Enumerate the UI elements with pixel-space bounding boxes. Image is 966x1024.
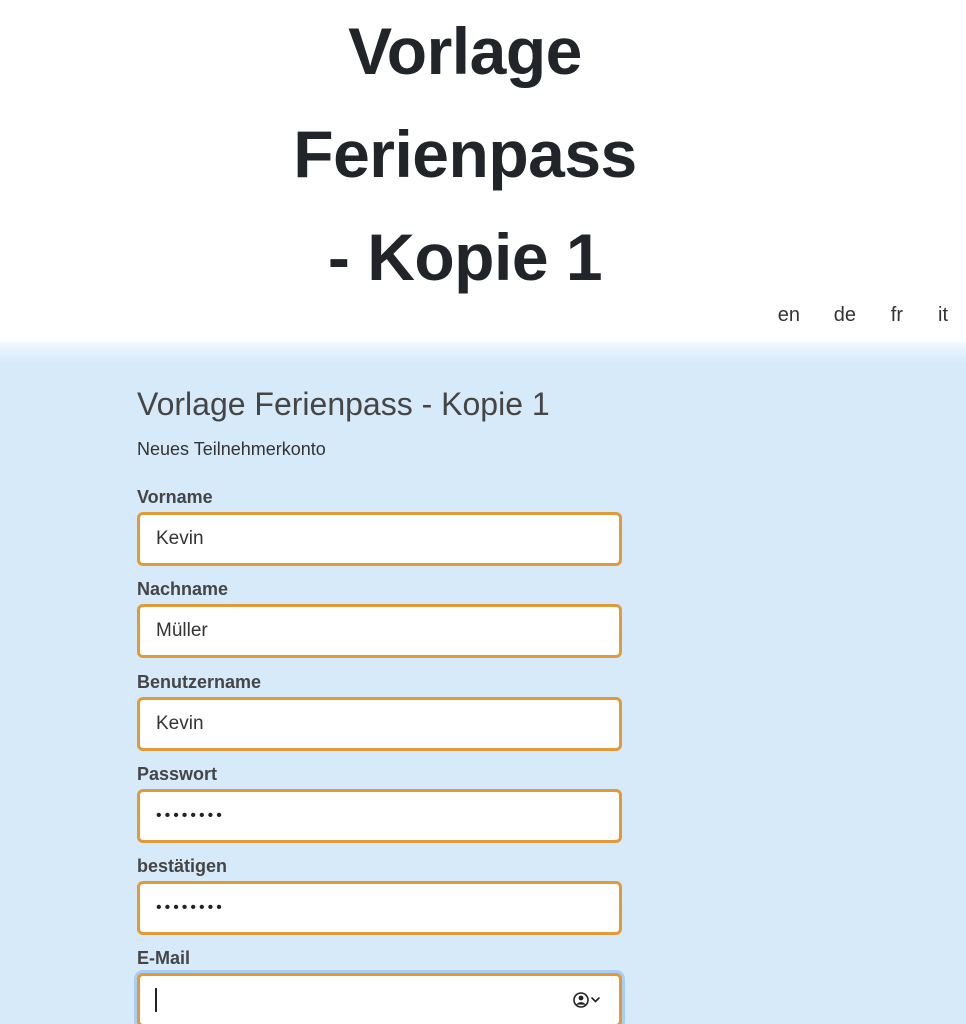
language-link-it[interactable]: it: [938, 300, 948, 330]
language-link-en[interactable]: en: [778, 300, 800, 330]
last-name-input[interactable]: Müller: [137, 604, 622, 658]
language-link-fr[interactable]: fr: [891, 300, 903, 330]
first-name-value: Kevin: [156, 528, 204, 549]
first-name-input[interactable]: Kevin: [137, 512, 622, 566]
registration-section: Vorlage Ferienpass - Kopie 1 Neues Teiln…: [0, 342, 966, 1024]
email-label: E-Mail: [137, 948, 191, 968]
language-link-de[interactable]: de: [834, 300, 856, 330]
username-label: Benutzername: [137, 672, 262, 692]
first-name-label: Vorname: [137, 487, 213, 507]
form-subtitle: Neues Teilnehmerkonto: [137, 439, 326, 459]
password-label: Passwort: [137, 764, 218, 784]
username-value: Kevin: [156, 713, 204, 734]
page: Vorlage Ferienpass - Kopie 1 en de fr it…: [0, 0, 966, 1024]
email-input[interactable]: [137, 973, 622, 1024]
form-title: Vorlage Ferienpass - Kopie 1: [137, 386, 550, 422]
site-title: Vorlage Ferienpass - Kopie 1: [280, 0, 650, 309]
password-value: ••••••••: [156, 807, 225, 824]
last-name-label: Nachname: [137, 579, 229, 599]
confirm-password-input[interactable]: ••••••••: [137, 881, 622, 935]
password-input[interactable]: ••••••••: [137, 789, 622, 843]
username-input[interactable]: Kevin: [137, 697, 622, 751]
confirm-password-label: bestätigen: [137, 856, 228, 876]
site-title-line-3: - Kopie 1: [327, 220, 603, 294]
text-caret: [155, 988, 157, 1012]
confirm-password-value: ••••••••: [156, 899, 225, 916]
site-title-line-1: Vorlage: [348, 14, 582, 88]
site-header: Vorlage Ferienpass - Kopie 1 en de fr it: [0, 0, 966, 342]
last-name-value: Müller: [156, 620, 208, 641]
site-title-line-2: Ferienpass: [293, 117, 637, 191]
contact-autofill-icon[interactable]: [573, 991, 603, 1009]
